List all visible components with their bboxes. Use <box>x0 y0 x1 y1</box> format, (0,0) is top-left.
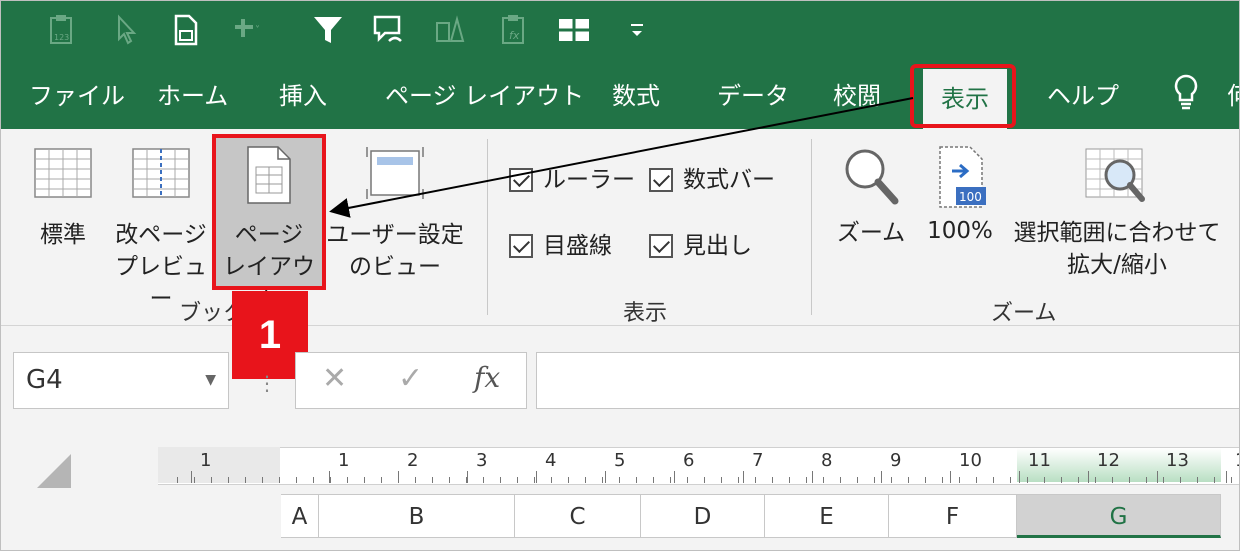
annotation-arrow <box>329 97 914 218</box>
excel-window: 123 ˅ fx ファイル ホーム 挿入 ページ レイアウト 数式 データ 校閲… <box>0 0 1240 551</box>
